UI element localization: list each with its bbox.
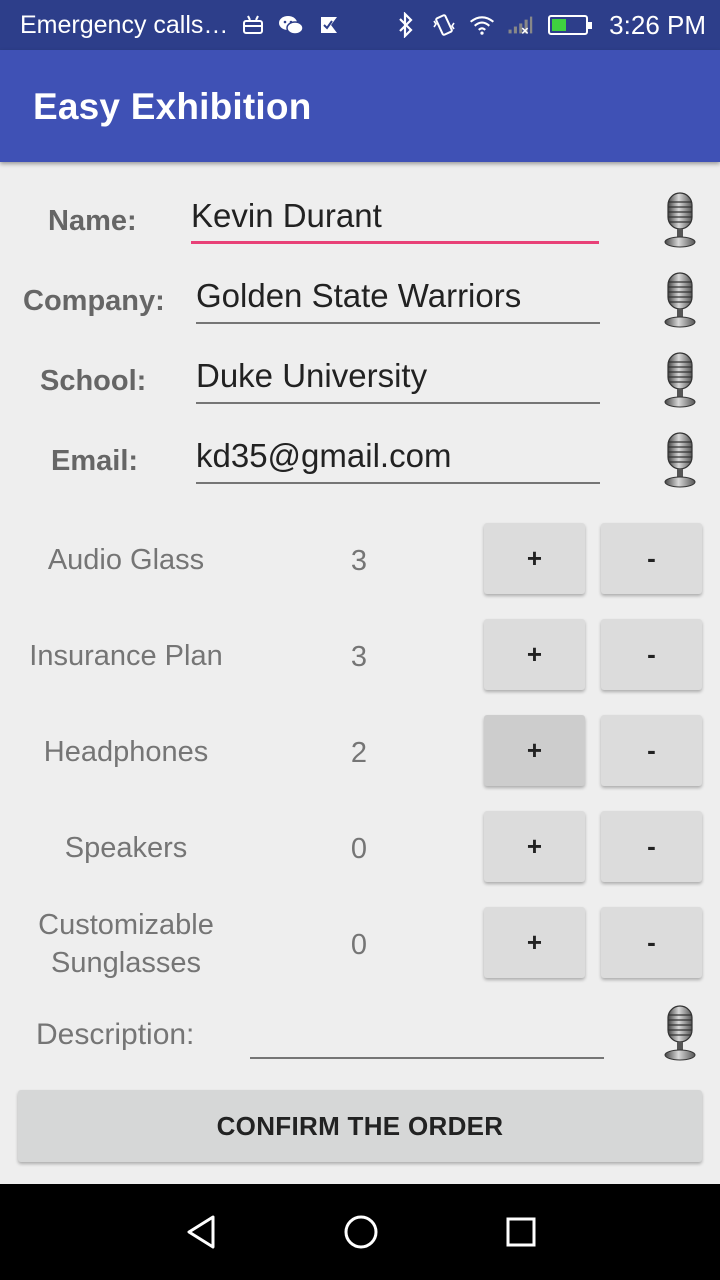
recents-icon[interactable] bbox=[481, 1184, 561, 1280]
product-qty: 2 bbox=[350, 737, 368, 769]
company-mic-icon[interactable] bbox=[663, 272, 697, 328]
vibrate-icon bbox=[431, 12, 457, 38]
increment-button[interactable]: + bbox=[484, 523, 585, 594]
increment-button[interactable]: + bbox=[484, 811, 585, 882]
product-name: Audio Glass bbox=[47, 544, 205, 576]
name-field[interactable]: Kevin Durant bbox=[191, 194, 599, 244]
android-icon bbox=[240, 12, 266, 38]
decrement-button[interactable]: - bbox=[601, 523, 702, 594]
back-icon[interactable] bbox=[161, 1184, 241, 1280]
decrement-button[interactable]: - bbox=[601, 619, 702, 690]
battery-icon bbox=[545, 12, 593, 38]
product-name: Headphones bbox=[43, 736, 209, 768]
company-label: Company: bbox=[23, 285, 165, 317]
notification-text: Emergency calls… bbox=[20, 10, 229, 39]
home-icon[interactable] bbox=[321, 1184, 401, 1280]
name-mic-icon[interactable] bbox=[663, 192, 697, 248]
status-time: 3:26 PM bbox=[609, 9, 706, 40]
product-qty: 3 bbox=[350, 641, 368, 673]
status-bar: Emergency calls… 3:26 PM bbox=[0, 0, 720, 50]
wechat-icon bbox=[278, 12, 305, 38]
wifi-icon bbox=[469, 12, 495, 38]
product-qty: 0 bbox=[350, 929, 368, 961]
school-field[interactable]: Duke University bbox=[196, 354, 600, 404]
app-title: Easy Exhibition bbox=[33, 86, 312, 127]
email-label: Email: bbox=[51, 445, 139, 477]
school-mic-icon[interactable] bbox=[663, 352, 697, 408]
email-field[interactable]: kd35@gmail.com bbox=[196, 434, 600, 484]
decrement-button[interactable]: - bbox=[601, 811, 702, 882]
product-qty: 3 bbox=[350, 545, 368, 577]
increment-button[interactable]: + bbox=[484, 715, 585, 786]
navigation-bar bbox=[0, 1184, 720, 1280]
school-label: School: bbox=[40, 365, 147, 397]
increment-button[interactable]: + bbox=[484, 907, 585, 978]
confirm-order-button[interactable]: CONFIRM THE ORDER bbox=[18, 1090, 702, 1162]
product-name: Speakers bbox=[64, 832, 188, 864]
product-name: Customizable Sunglasses bbox=[38, 909, 214, 979]
decrement-button[interactable]: - bbox=[601, 715, 702, 786]
description-field[interactable] bbox=[250, 1057, 604, 1059]
decrement-button[interactable]: - bbox=[601, 907, 702, 978]
signal-icon bbox=[507, 12, 533, 38]
product-qty: 0 bbox=[350, 833, 368, 865]
product-name: Insurance Plan bbox=[29, 640, 223, 672]
app-bar: Easy Exhibition bbox=[0, 50, 720, 162]
company-field[interactable]: Golden State Warriors bbox=[196, 274, 600, 324]
bluetooth-icon bbox=[393, 12, 419, 38]
description-label: Description: bbox=[36, 1018, 195, 1051]
name-label: Name: bbox=[48, 205, 137, 237]
email-mic-icon[interactable] bbox=[663, 432, 697, 488]
description-mic-icon[interactable] bbox=[663, 1005, 697, 1061]
increment-button[interactable]: + bbox=[484, 619, 585, 690]
check-flag-icon bbox=[316, 12, 342, 38]
